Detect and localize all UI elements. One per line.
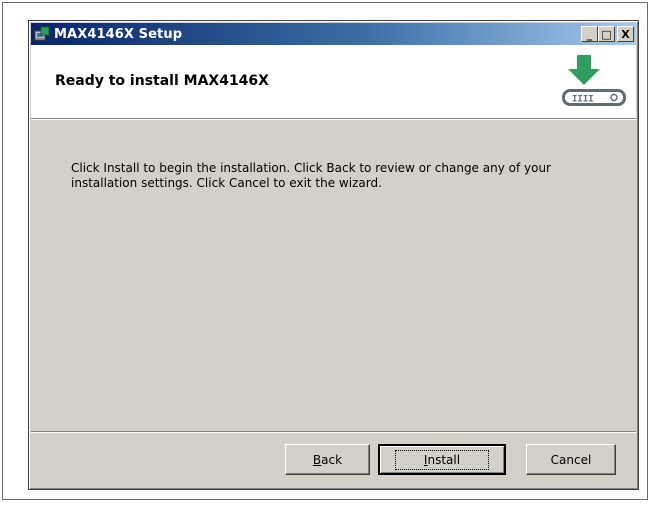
window-title: MAX4146X Setup [54, 26, 183, 42]
page-title: Ready to install MAX4146X [55, 73, 269, 89]
minimize-button[interactable]: _ [581, 26, 598, 42]
window-controls: _ □ X [581, 26, 634, 42]
maximize-button[interactable]: □ [598, 26, 615, 42]
installer-app-icon [34, 26, 50, 42]
close-button[interactable]: X [617, 26, 634, 42]
cancel-button[interactable]: Cancel [526, 444, 616, 475]
install-button[interactable]: Install [378, 444, 506, 475]
header-divider [31, 119, 636, 120]
close-icon: X [621, 27, 630, 41]
wizard-header: Ready to install MAX4146X IIII [31, 45, 636, 119]
title-bar[interactable]: MAX4146X Setup _ □ X [31, 23, 636, 45]
drive-label: IIII [572, 95, 594, 105]
minimize-icon: _ [586, 27, 593, 41]
back-button[interactable]: Back [285, 444, 370, 475]
download-to-drive-icon: IIII [558, 51, 630, 113]
maximize-icon: □ [601, 27, 612, 41]
back-button-label: Back [312, 452, 343, 467]
setup-dialog-window: MAX4146X Setup _ □ X Ready to install MA… [28, 20, 639, 490]
cancel-button-label: Cancel [550, 452, 592, 467]
instructions-text: Click Install to begin the installation.… [71, 161, 551, 190]
install-button-label: Install [394, 449, 490, 470]
footer-divider-highlight [31, 432, 636, 433]
